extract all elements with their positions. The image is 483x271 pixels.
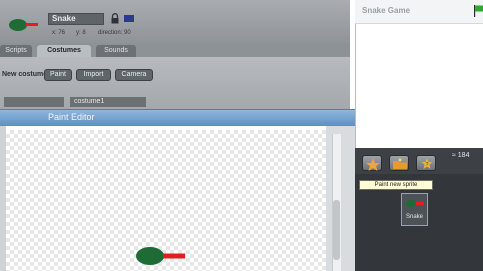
stage-canvas[interactable] [356, 24, 483, 148]
tab-scripts[interactable]: Scripts [0, 45, 32, 57]
project-title[interactable]: Snake Game [362, 6, 410, 15]
lock-icon[interactable] [110, 13, 120, 24]
sprite-tile-thumbnail [406, 200, 424, 207]
scrollbar-thumb[interactable] [333, 200, 340, 260]
y-position-readout: y: 8 [76, 30, 86, 36]
x-position-readout: x: 76 [52, 30, 66, 36]
new-costume-label: New costume: [2, 71, 50, 78]
paint-editor-title: Paint Editor [48, 112, 95, 122]
sprite-color-chip [124, 15, 134, 22]
surprise-sprite-button[interactable]: ? [416, 155, 436, 171]
costume-number-field [4, 97, 64, 107]
choose-sprite-icon [393, 158, 407, 169]
paint-button[interactable]: Paint [44, 69, 72, 81]
surprise-sprite-icon: ? [421, 158, 433, 169]
green-flag-icon[interactable] [474, 5, 483, 17]
sprite-tile-label: Snake [405, 214, 423, 220]
paint-new-sprite-button[interactable] [362, 155, 382, 171]
sprite-name-field[interactable]: Snake [48, 13, 104, 25]
direction-readout: direction: 90 [98, 30, 131, 36]
snake-costume-drawing[interactable] [134, 244, 186, 268]
paint-new-sprite-icon [366, 158, 380, 171]
tab-costumes[interactable]: Costumes [37, 45, 91, 57]
svg-text:?: ? [426, 162, 429, 168]
sprite-thumbnail[interactable] [6, 14, 40, 36]
choose-sprite-from-file-button[interactable] [389, 155, 409, 171]
import-button[interactable]: Import [76, 69, 111, 81]
costume-name-field[interactable]: costume1 [70, 97, 146, 107]
tab-sounds[interactable]: Sounds [96, 45, 136, 57]
tooltip: Paint new sprite [359, 180, 433, 190]
stage-size-readout: ≈ 184 [452, 152, 470, 159]
camera-button[interactable]: Camera [115, 69, 153, 81]
